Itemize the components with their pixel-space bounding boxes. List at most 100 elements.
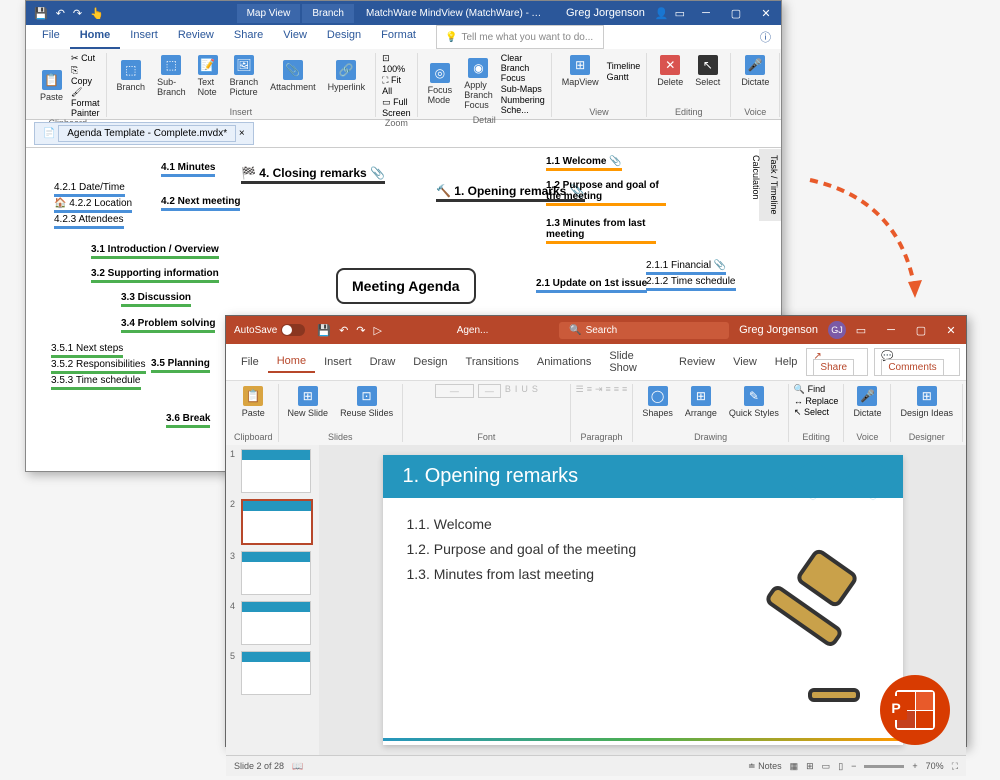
- node-3-5[interactable]: 3.5 Planning: [151, 358, 210, 373]
- start-slideshow-icon[interactable]: ▷: [370, 324, 386, 337]
- sub-branch-button[interactable]: ⬚Sub-Branch: [153, 53, 190, 99]
- align-left-button[interactable]: ≡: [606, 384, 611, 395]
- arrange-button[interactable]: ⊞Arrange: [681, 384, 721, 420]
- node-3-6[interactable]: 3.6 Break: [166, 413, 210, 428]
- copy-button[interactable]: ⎘ Copy: [71, 65, 100, 86]
- user-name[interactable]: Greg Jorgenson: [729, 324, 828, 336]
- root-node[interactable]: Meeting Agenda: [336, 268, 476, 304]
- autosave-toggle[interactable]: AutoSave: [226, 324, 313, 336]
- tab-review[interactable]: Review: [168, 25, 224, 49]
- thumbnail-5[interactable]: 5: [230, 651, 315, 695]
- redo-icon[interactable]: ↷: [73, 7, 82, 20]
- tab-help[interactable]: Help: [766, 352, 807, 372]
- zoom-100-button[interactable]: ⊡ 100%: [382, 53, 411, 74]
- save-icon[interactable]: 💾: [313, 324, 335, 337]
- tab-home[interactable]: Home: [268, 351, 315, 373]
- quick-styles-button[interactable]: ✎Quick Styles: [725, 384, 783, 420]
- paste-button[interactable]: 📋Paste: [36, 68, 67, 104]
- tab-view[interactable]: View: [724, 352, 766, 372]
- select-button[interactable]: ↖Select: [691, 53, 724, 89]
- bold-button[interactable]: B: [505, 384, 511, 398]
- close-button[interactable]: ✕: [936, 318, 966, 342]
- timeline-button[interactable]: Timeline: [607, 61, 641, 71]
- dictate-button[interactable]: 🎤Dictate: [737, 53, 773, 89]
- tab-view[interactable]: View: [273, 25, 317, 49]
- numbering-button[interactable]: ≡: [587, 384, 592, 395]
- tab-design[interactable]: Design: [404, 352, 456, 372]
- branch-picture-button[interactable]: 🖼Branch Picture: [226, 53, 263, 99]
- tab-animations[interactable]: Animations: [528, 352, 600, 372]
- minimize-button[interactable]: ─: [691, 1, 721, 25]
- clear-branch-focus-button[interactable]: Clear Branch Focus: [501, 53, 545, 83]
- node-3-3[interactable]: 3.3 Discussion: [121, 292, 191, 307]
- comments-button[interactable]: 💬 Comments: [874, 348, 960, 376]
- maximize-button[interactable]: ▢: [906, 318, 936, 342]
- tab-insert[interactable]: Insert: [120, 25, 168, 49]
- cut-button[interactable]: ✂ Cut: [71, 53, 100, 64]
- replace-button[interactable]: ↔ Replace: [794, 396, 839, 406]
- zoom-in-button[interactable]: +: [912, 761, 917, 771]
- shapes-button[interactable]: ◯Shapes: [638, 384, 677, 420]
- tab-transitions[interactable]: Transitions: [457, 352, 528, 372]
- notes-button[interactable]: ≐ Notes: [748, 761, 782, 772]
- thumbnail-2[interactable]: 2: [230, 499, 315, 545]
- node-3-5-1[interactable]: 3.5.1 Next steps: [51, 343, 123, 358]
- tab-review[interactable]: Review: [670, 352, 724, 372]
- apply-branch-focus-button[interactable]: ◉Apply Branch Focus: [460, 56, 497, 112]
- document-tab[interactable]: 📄 Agenda Template - Complete.mvdx* ×: [34, 122, 254, 145]
- node-4-2-1[interactable]: 4.2.1 Date/Time: [54, 182, 125, 197]
- tab-file[interactable]: File: [232, 352, 268, 372]
- fit-all-button[interactable]: ⛶ Fit All: [382, 75, 411, 96]
- zoom-slider[interactable]: [864, 765, 904, 768]
- text-note-button[interactable]: 📝Text Note: [194, 53, 222, 99]
- node-2-1[interactable]: 2.1 Update on 1st issue: [536, 278, 647, 293]
- node-2-1-2[interactable]: 2.1.2 Time schedule: [646, 276, 736, 291]
- format-painter-button[interactable]: 🖌 Format Painter: [71, 87, 100, 118]
- align-right-button[interactable]: ≡: [622, 384, 627, 395]
- slide-editor[interactable]: 1. Opening remarks 1.1. Welcome 1.2. Pur…: [319, 445, 966, 755]
- reuse-slides-button[interactable]: ⊡Reuse Slides: [336, 384, 397, 420]
- indent-button[interactable]: ⇥: [595, 384, 603, 395]
- tab-slide-show[interactable]: Slide Show: [600, 346, 670, 378]
- reading-view-icon[interactable]: ▭: [822, 761, 831, 772]
- save-icon[interactable]: 💾: [34, 7, 48, 20]
- node-1-3[interactable]: 1.3 Minutes from last meeting: [546, 218, 656, 244]
- node-4-2-3[interactable]: 4.2.3 Attendees: [54, 214, 124, 229]
- search-input[interactable]: 🔍 Search: [559, 322, 729, 339]
- sidebar-tab-task[interactable]: Task / Timeline: [769, 155, 779, 215]
- node-3-1[interactable]: 3.1 Introduction / Overview: [91, 244, 219, 259]
- tab-format[interactable]: Format: [371, 25, 426, 49]
- user-name[interactable]: Greg Jorgenson: [556, 7, 655, 19]
- thumbnail-3[interactable]: 3: [230, 551, 315, 595]
- thumbnail-1[interactable]: 1: [230, 449, 315, 493]
- spellcheck-icon[interactable]: 📖: [292, 761, 303, 772]
- node-4-2[interactable]: 4.2 Next meeting: [161, 196, 240, 211]
- fit-to-window-icon[interactable]: ⛶: [952, 761, 958, 772]
- maximize-button[interactable]: ▢: [721, 1, 751, 25]
- attachment-button[interactable]: 📎Attachment: [266, 58, 320, 94]
- node-2-1-1[interactable]: 2.1.1 Financial 📎: [646, 260, 726, 275]
- title-tab-mapview[interactable]: Map View: [237, 4, 301, 23]
- node-4-2-2[interactable]: 🏠 4.2.2 Location: [54, 198, 132, 213]
- tab-draw[interactable]: Draw: [361, 352, 405, 372]
- zoom-level[interactable]: 70%: [926, 761, 944, 771]
- select-button[interactable]: ↖ Select: [794, 407, 839, 418]
- undo-icon[interactable]: ↶: [335, 324, 352, 337]
- node-3-5-3[interactable]: 3.5.3 Time schedule: [51, 375, 141, 390]
- share-button[interactable]: ↗ Share: [806, 348, 868, 376]
- gantt-button[interactable]: Gantt: [607, 72, 641, 82]
- node-4[interactable]: 🏁 4. Closing remarks 📎: [241, 166, 385, 184]
- strikethrough-button[interactable]: S: [532, 384, 538, 398]
- tab-insert[interactable]: Insert: [315, 352, 361, 372]
- tab-home[interactable]: Home: [70, 25, 121, 49]
- design-ideas-button[interactable]: ⊞Design Ideas: [896, 384, 957, 420]
- normal-view-icon[interactable]: ▦: [790, 761, 799, 772]
- font-family-select[interactable]: —: [435, 384, 474, 398]
- zoom-out-button[interactable]: −: [851, 761, 856, 771]
- tab-design[interactable]: Design: [317, 25, 371, 49]
- thumbnail-4[interactable]: 4: [230, 601, 315, 645]
- redo-icon[interactable]: ↷: [352, 324, 369, 337]
- avatar[interactable]: GJ: [828, 321, 846, 339]
- numbering-scheme-button[interactable]: Numbering Sche...: [501, 95, 545, 115]
- new-slide-button[interactable]: ⊞New Slide: [284, 384, 333, 420]
